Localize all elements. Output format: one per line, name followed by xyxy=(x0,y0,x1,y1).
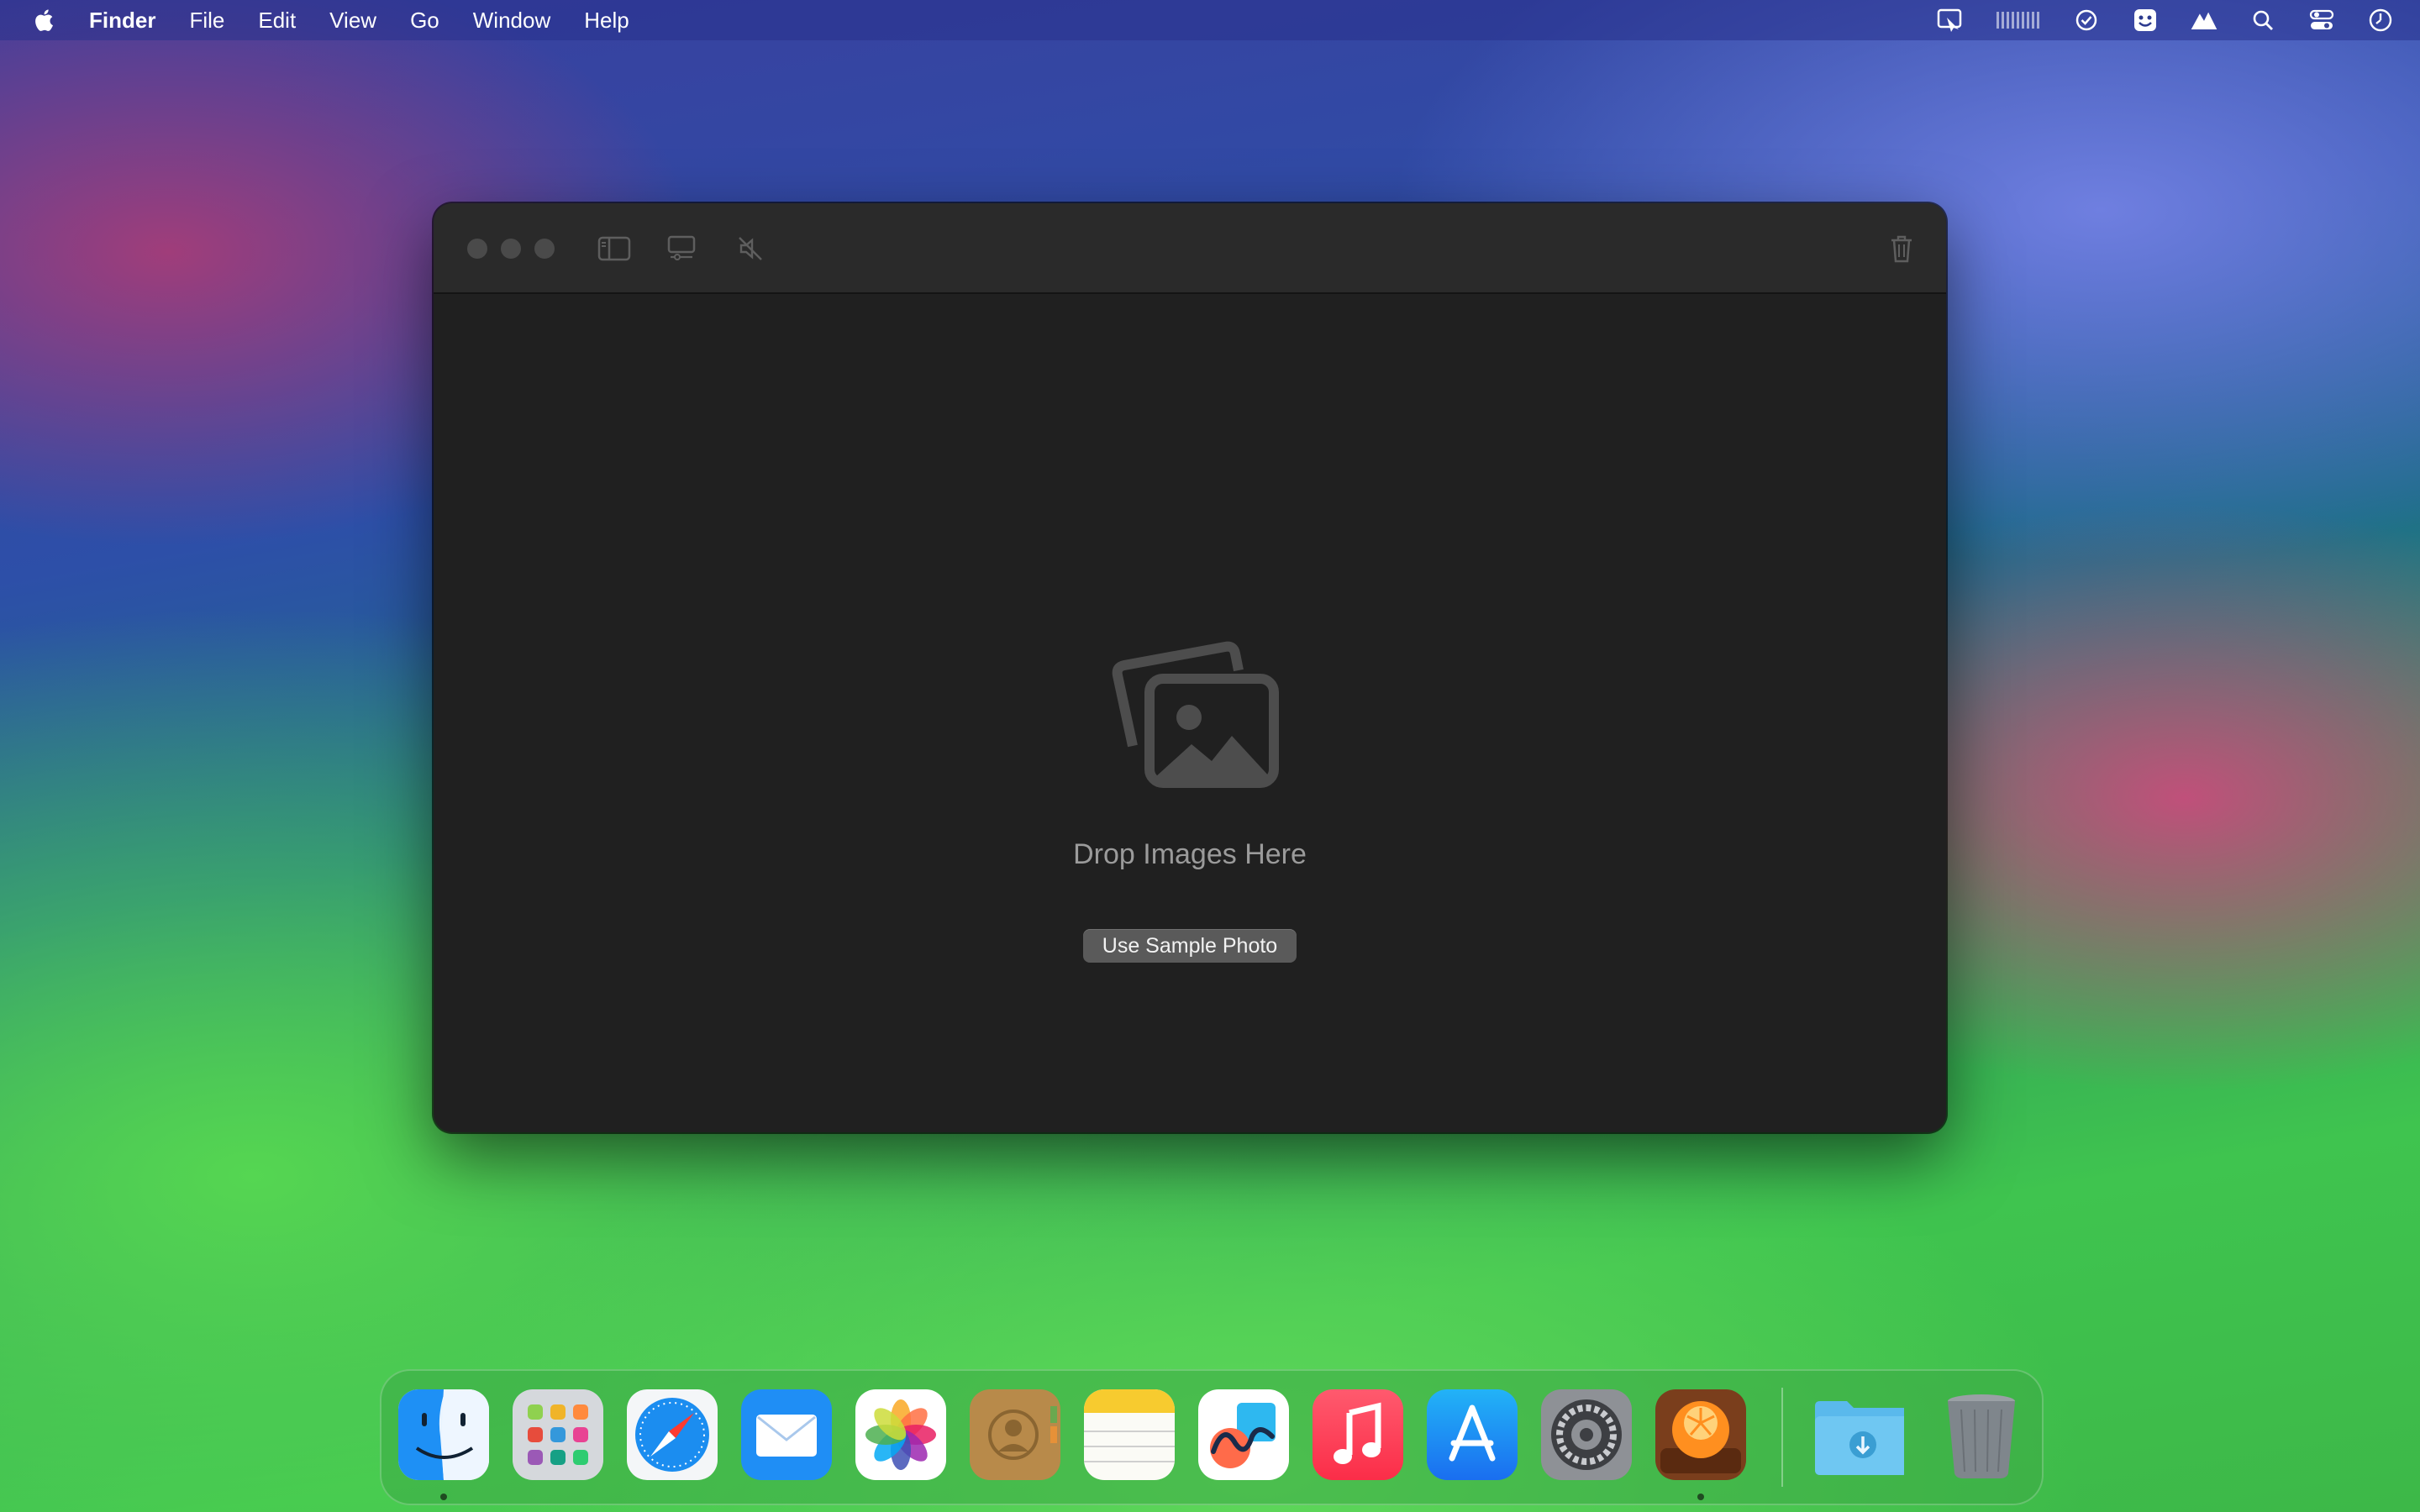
app-window: Drop Images Here Use Sample Photo xyxy=(434,203,1946,1132)
speaker-muted-icon[interactable] xyxy=(733,234,768,264)
launchpad-icon[interactable] xyxy=(513,1389,603,1480)
search-icon[interactable] xyxy=(2249,6,2277,34)
clock-icon[interactable] xyxy=(2366,6,2395,34)
photos-icon[interactable] xyxy=(855,1389,946,1480)
menu-help[interactable]: Help xyxy=(584,8,629,34)
downloads-folder-icon[interactable] xyxy=(1813,1389,1904,1480)
menu-go[interactable]: Go xyxy=(410,8,439,34)
menu-bar: Finder File Edit View Go Window Help xyxy=(0,0,2420,40)
freeform-icon[interactable] xyxy=(1198,1389,1289,1480)
contacts-icon[interactable] xyxy=(970,1389,1060,1480)
activity-grid-icon[interactable] xyxy=(1995,6,2042,34)
menu-edit[interactable]: Edit xyxy=(258,8,296,34)
squash-running-indicator xyxy=(1697,1494,1704,1500)
notes-icon[interactable] xyxy=(1084,1389,1175,1480)
checkmark-circle-icon[interactable] xyxy=(2072,6,2101,34)
trash-icon[interactable] xyxy=(1884,234,1919,264)
dock xyxy=(380,1369,2044,1505)
drop-zone[interactable]: Drop Images Here Use Sample Photo xyxy=(434,294,1946,1132)
app-store-icon[interactable] xyxy=(1427,1389,1518,1480)
use-sample-photo-button[interactable]: Use Sample Photo xyxy=(1083,929,1297,963)
mountain-icon[interactable] xyxy=(2190,6,2218,34)
sidebar-toggle-icon[interactable] xyxy=(597,234,632,264)
menu-view[interactable]: View xyxy=(329,8,376,34)
drop-images-label: Drop Images Here xyxy=(1073,838,1307,870)
menu-window[interactable]: Window xyxy=(473,8,550,34)
apple-menu-icon[interactable] xyxy=(34,6,59,34)
trash-can-icon[interactable] xyxy=(1936,1389,2027,1480)
control-center-icon[interactable] xyxy=(2307,6,2336,34)
system-settings-icon[interactable] xyxy=(1541,1389,1632,1480)
window-toolbar xyxy=(434,203,1946,294)
photos-placeholder-icon xyxy=(1099,638,1281,790)
squash-app-icon[interactable] xyxy=(1655,1389,1746,1480)
close-window-button[interactable] xyxy=(467,239,487,259)
music-icon[interactable] xyxy=(1313,1389,1403,1480)
finder-icon[interactable] xyxy=(398,1389,489,1480)
menu-file[interactable]: File xyxy=(189,8,224,34)
display-settings-icon[interactable] xyxy=(664,234,699,264)
mail-icon[interactable] xyxy=(741,1389,832,1480)
safari-icon[interactable] xyxy=(627,1389,718,1480)
menu-finder[interactable]: Finder xyxy=(89,8,155,34)
face-box-icon[interactable] xyxy=(2131,6,2160,34)
minimize-window-button[interactable] xyxy=(501,239,521,259)
screen-share-icon[interactable] xyxy=(1936,6,1965,34)
dock-separator xyxy=(1781,1388,1783,1487)
finder-running-indicator xyxy=(440,1494,447,1500)
zoom-window-button[interactable] xyxy=(534,239,555,259)
